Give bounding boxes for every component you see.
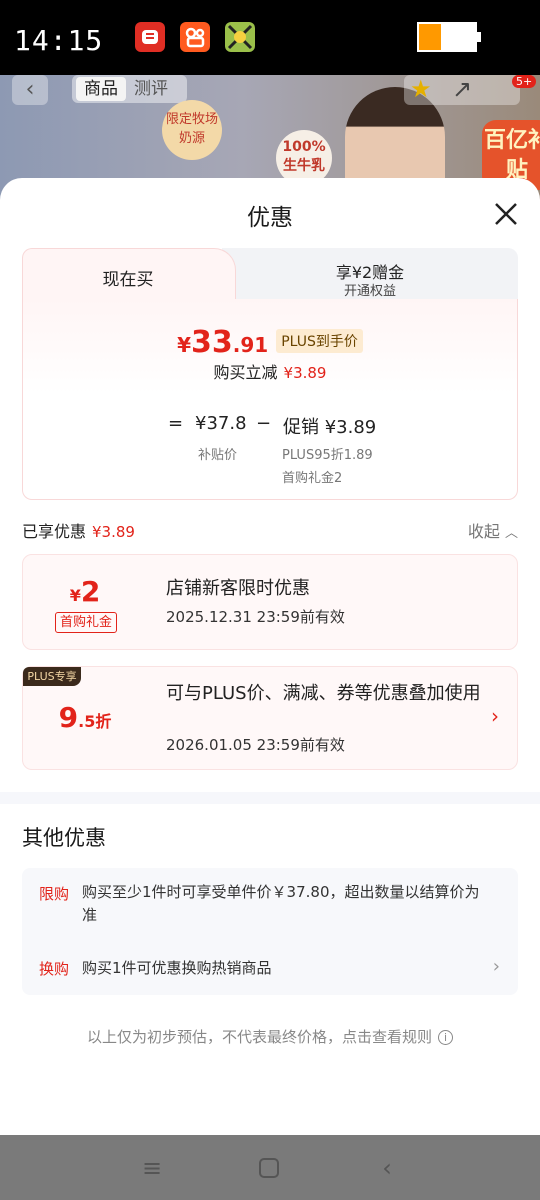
tab-review[interactable]: 测评 [134, 77, 168, 101]
promotion-detail-gift: 首购礼金2 [282, 471, 343, 486]
subsidy-price: ¥37.8 [195, 413, 247, 434]
trade-in-text[interactable]: 购买1件可优惠换购热销商品 [82, 957, 272, 980]
coupon-value: 2 [80, 575, 101, 608]
enjoyed-discount: 已享优惠 ¥3.89 [22, 518, 135, 542]
tab-gift-credit[interactable]: 享¥2赠金 开通权益 [222, 248, 518, 300]
enjoyed-amount: ¥3.89 [92, 523, 135, 541]
purchase-saving: 购买立减 ¥3.89 [23, 359, 517, 383]
other-discounts-list: 限购 购买至少1件时可享受单件价￥37.80，超出数量以结算价为准 换购 购买1… [22, 868, 518, 995]
discount-rate-value: 9 [58, 701, 79, 734]
coupon-plus-discount[interactable]: PLUS专享 9.5折 可与PLUS价、满减、券等优惠叠加使用 2026.01.… [22, 666, 518, 770]
info-icon[interactable]: i [438, 1030, 453, 1045]
battery-icon [417, 22, 481, 52]
disclaimer-text: 以上仅为初步预估，不代表最终价格，点击查看规则 [86, 1028, 432, 1046]
sheet-title: 优惠 [247, 205, 293, 231]
price-integer: 33 [191, 325, 233, 360]
back-nav-icon[interactable]: ‹ [372, 1153, 402, 1183]
chevron-right-icon: › [491, 704, 499, 728]
menu-icon[interactable]: ≡ [137, 1153, 167, 1183]
price-decimal: .91 [232, 333, 269, 357]
coupon-amount: ¥2 [23, 575, 147, 608]
chevron-right-icon[interactable]: › [493, 956, 500, 977]
price-currency: ¥ [177, 333, 192, 357]
coupon-new-customer[interactable]: ¥2 首购礼金 店铺新客限时优惠 2025.12.31 23:59前有效 [22, 554, 518, 650]
price-summary: ¥33.91 PLUS到手价 购买立减 ¥3.89 [23, 299, 517, 394]
cart-count-badge: 5+ [512, 75, 537, 88]
saving-label: 购买立减 [213, 363, 278, 382]
subsidy-price-label: 补贴价 [198, 448, 238, 463]
discount-rate: 9.5折 [23, 701, 147, 734]
tab-buy-now-label: 现在买 [102, 270, 154, 290]
home-icon[interactable] [254, 1153, 284, 1183]
purchase-mode-tabs: 享¥2赠金 开通权益 现在买 ¥33.91 PLUS到手价 购买立减 ¥3.89 =… [22, 248, 518, 500]
coupon-currency: ¥ [69, 586, 81, 605]
coupon-validity: 2026.01.05 23:59前有效 [166, 736, 345, 754]
trade-in-tag: 换购 [39, 960, 70, 978]
system-nav-bar: ≡ ‹ [0, 1135, 540, 1200]
enjoyed-label: 已享优惠 [22, 522, 87, 541]
battery-fill [419, 24, 442, 50]
chevron-up-icon: ︿ [504, 526, 518, 541]
collapse-toggle[interactable]: 收起 ︿ [468, 518, 518, 542]
final-price: ¥33.91 PLUS到手价 [23, 325, 517, 360]
equals-sign: = [168, 413, 184, 434]
discount-rate-suffix: .5折 [78, 712, 112, 731]
price-disclaimer[interactable]: 以上仅为初步预估，不代表最终价格，点击查看规则 i [0, 1026, 540, 1047]
promotion-amount: 促销 ¥3.89 [283, 417, 377, 438]
pinduoduo-app-icon [135, 22, 165, 52]
minus-sign: − [256, 413, 272, 434]
origin-badge: 限定牧场奶源 [162, 100, 222, 160]
product-tabs: 商品 测评 [72, 75, 187, 103]
coupon-title: 可与PLUS价、满减、券等优惠叠加使用 [166, 683, 481, 704]
section-divider [0, 792, 540, 804]
collapse-label: 收起 [467, 522, 500, 541]
battery-tip [477, 32, 481, 42]
tab-buy-now[interactable]: 现在买 [22, 248, 236, 300]
plus-price-tag: PLUS到手价 [276, 329, 363, 353]
promotion-detail-plus: PLUS95折1.89 [282, 448, 373, 463]
status-bar: 14:15 [0, 0, 540, 75]
dewu-app-icon [225, 22, 255, 52]
back-icon[interactable]: ‹ [12, 75, 48, 105]
discount-sheet: 优惠 享¥2赠金 开通权益 现在买 ¥33.91 PLUS到手价 购买立减 ¥3.8… [0, 178, 540, 1135]
favorite-star-icon[interactable]: ★ [410, 75, 432, 103]
share-icon[interactable]: ↗ [452, 75, 472, 103]
limit-purchase-text: 购买至少1件时可享受单件价￥37.80，超出数量以结算价为准 [82, 883, 480, 924]
limit-purchase-tag: 限购 [39, 885, 70, 903]
status-time: 14:15 [14, 24, 104, 57]
plus-exclusive-tag: PLUS专享 [23, 667, 81, 686]
coupon-validity: 2025.12.31 23:59前有效 [166, 608, 345, 626]
price-breakdown: ¥33.91 PLUS到手价 购买立减 ¥3.89 = ¥37.8 补贴价 − 促销… [22, 299, 518, 500]
coupon-type-tag: 首购礼金 [55, 612, 117, 633]
tab-product[interactable]: 商品 [76, 77, 126, 101]
saving-amount: ¥3.89 [283, 364, 327, 382]
close-icon[interactable] [488, 196, 524, 232]
coupon-title: 店铺新客限时优惠 [166, 578, 310, 599]
kuaishou-app-icon [180, 22, 210, 52]
tab-gift-credit-sublabel: 开通权益 [343, 284, 396, 299]
other-discounts-title: 其他优惠 [22, 826, 106, 850]
